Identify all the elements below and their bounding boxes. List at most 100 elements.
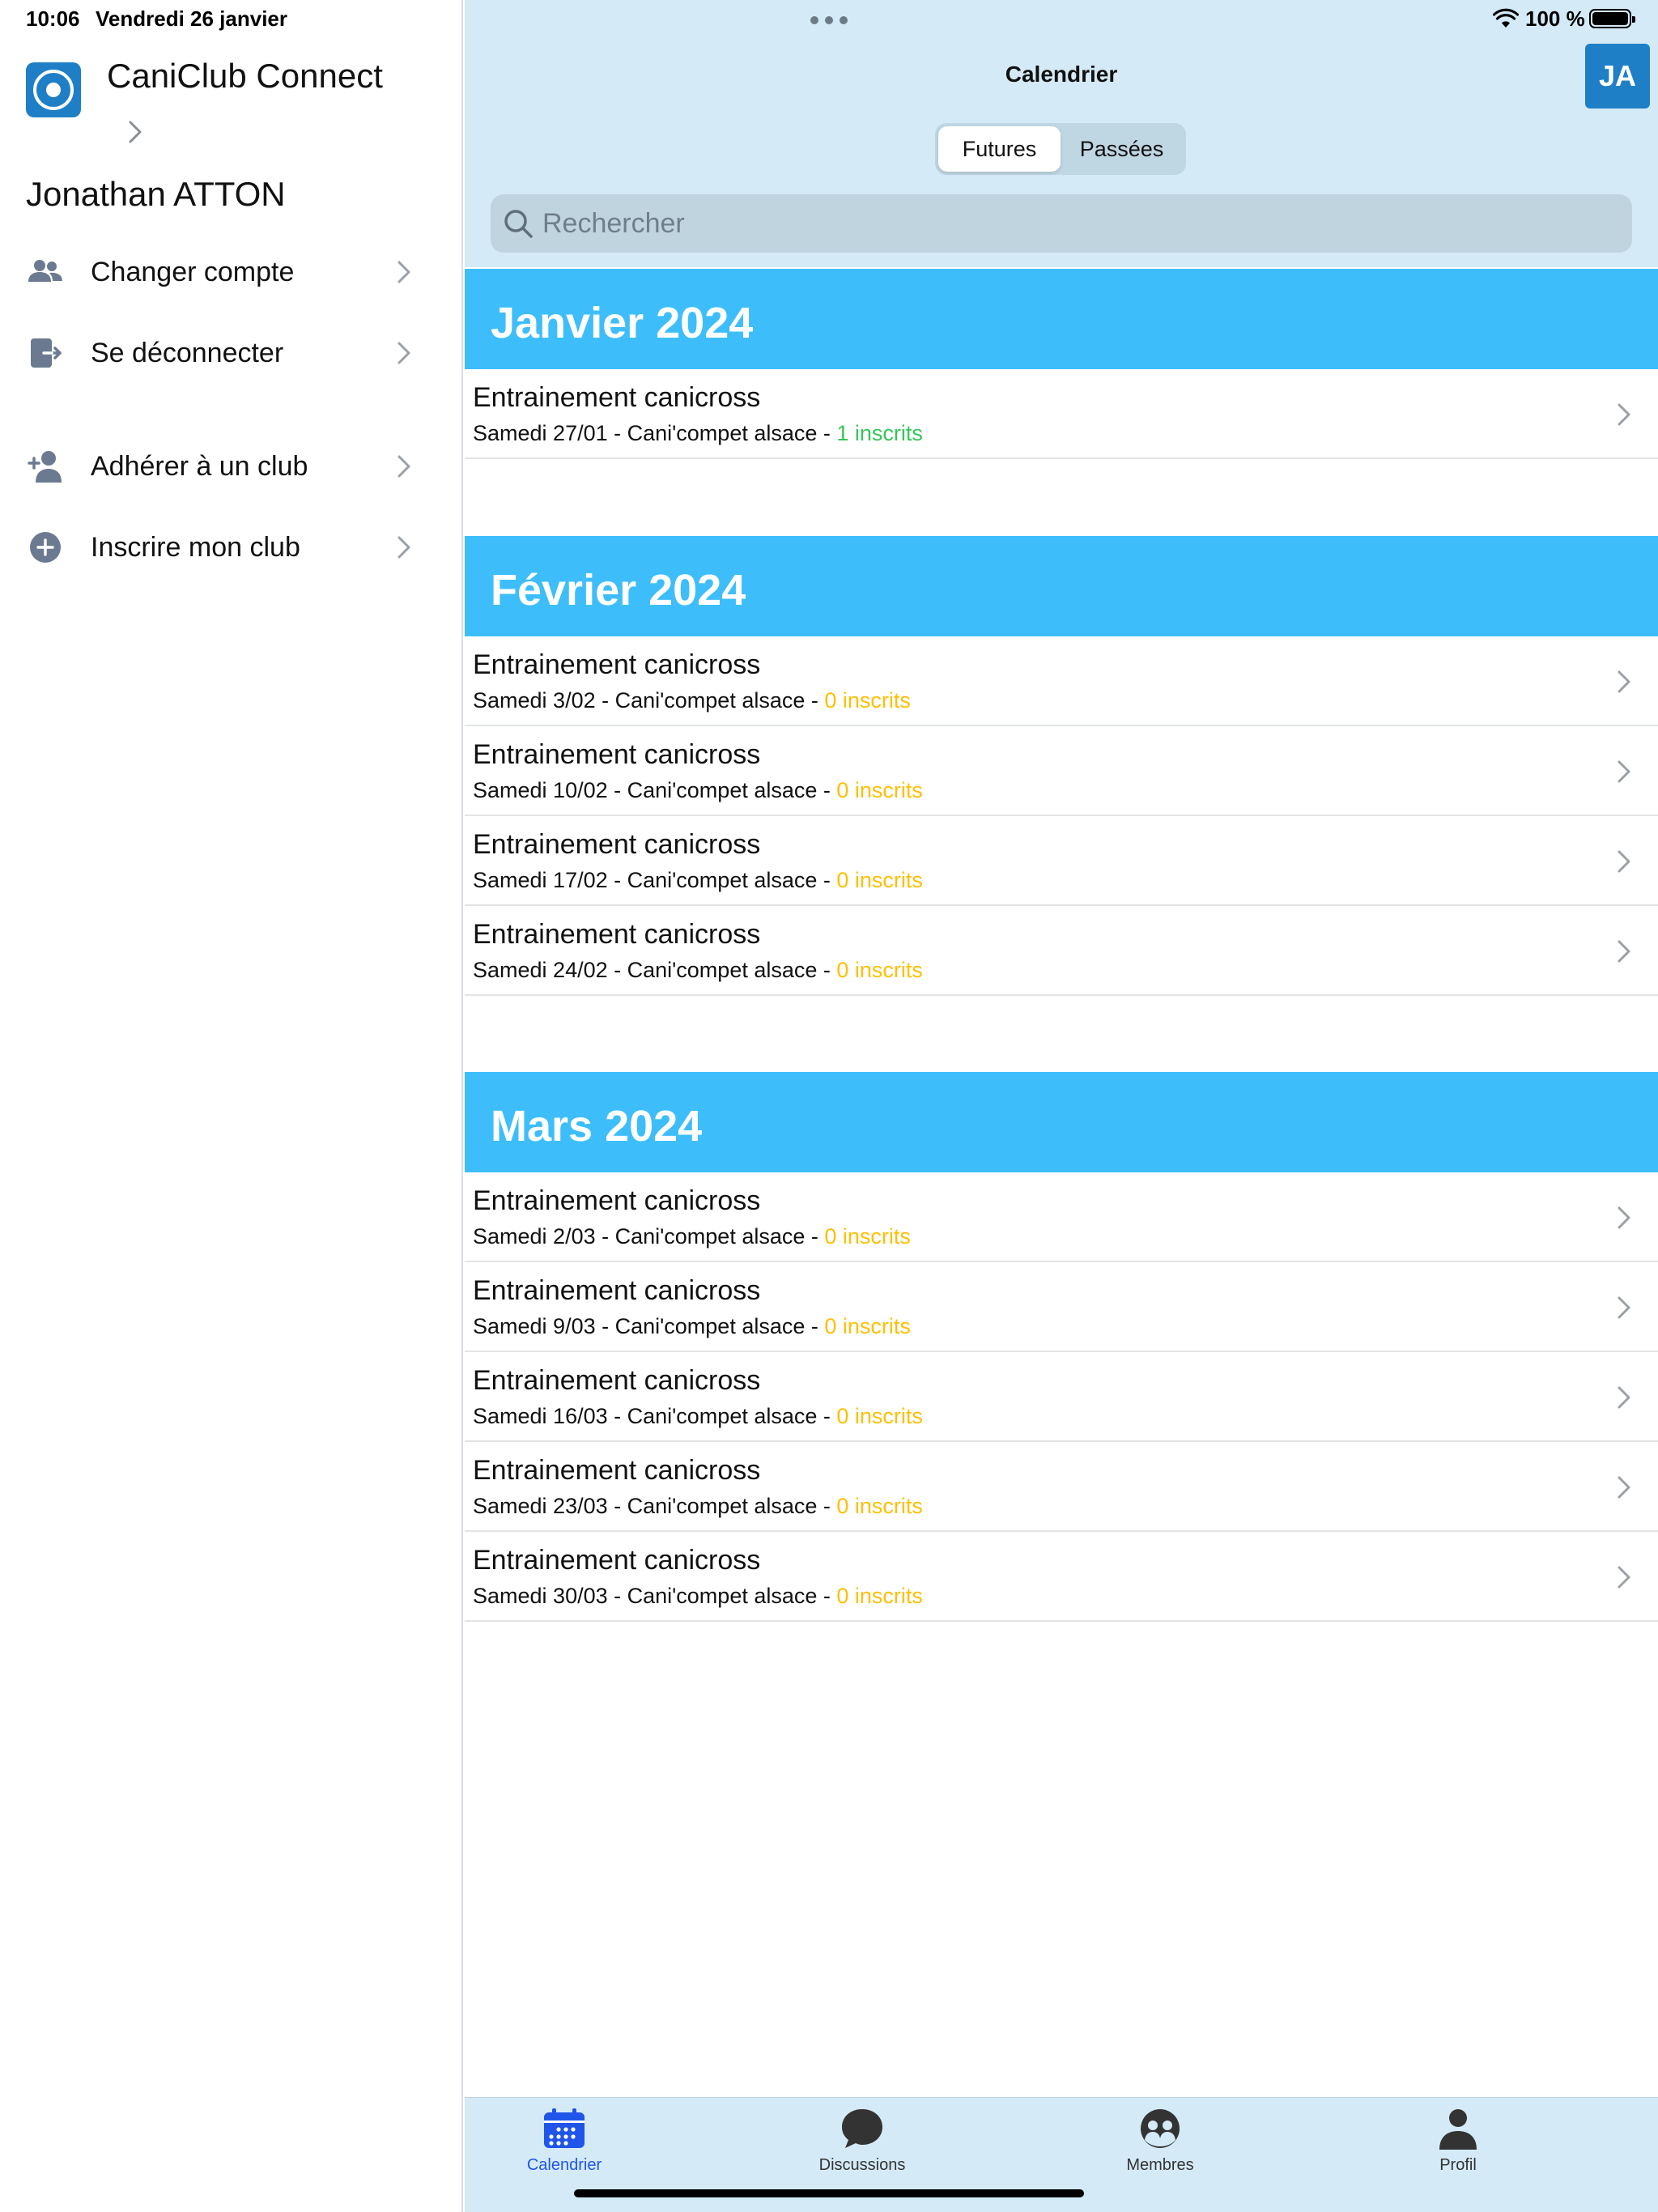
sidebar: CaniClub Connect Jonathan ATTON Changer … [0, 0, 463, 2212]
segment-futures[interactable]: Futures [938, 126, 1061, 172]
month-header: Février 2024 [465, 536, 1658, 636]
event-date-club: Samedi 17/02 - Cani'compet alsace - [473, 868, 837, 892]
event-date-club: Samedi 24/02 - Cani'compet alsace - [473, 958, 837, 982]
status-time: 10:06 [26, 6, 80, 31]
event-row[interactable]: Entrainement canicross Samedi 23/03 - Ca… [465, 1442, 1658, 1532]
segment-passees[interactable]: Passées [1061, 126, 1183, 172]
event-details: Samedi 9/03 - Cani'compet alsace - 0 ins… [473, 1314, 911, 1339]
plus-circle-icon [30, 532, 61, 563]
members-icon [1141, 2109, 1180, 2148]
chevron-right-icon [1618, 1296, 1630, 1319]
segmented-control: Futures Passées [935, 123, 1186, 175]
event-row[interactable]: Entrainement canicross Samedi 17/02 - Ca… [465, 816, 1658, 906]
person-icon [1439, 2109, 1477, 2150]
event-row[interactable]: Entrainement canicross Samedi 16/03 - Ca… [465, 1352, 1658, 1442]
event-title: Entrainement canicross [473, 1275, 761, 1306]
tab-profil[interactable]: Profil [1361, 2098, 1555, 2187]
event-registration-count: 0 inscrits [824, 1224, 911, 1249]
event-registration-count: 0 inscrits [824, 1314, 911, 1338]
sidebar-item-inscrire-club[interactable]: Inscrire mon club [0, 515, 463, 580]
event-registration-count: 0 inscrits [836, 1494, 923, 1518]
add-person-icon [28, 451, 62, 483]
event-title: Entrainement canicross [473, 1455, 761, 1486]
tab-label: Calendrier [526, 2156, 602, 2174]
month-title: Janvier 2024 [491, 299, 754, 347]
battery-percentage: 100 % [1525, 6, 1585, 31]
event-title: Entrainement canicross [473, 649, 761, 680]
chevron-right-icon [397, 455, 410, 478]
event-registration-count: 0 inscrits [836, 1584, 923, 1608]
tab-membres[interactable]: Membres [1063, 2098, 1257, 2187]
event-row[interactable]: Entrainement canicross Samedi 3/02 - Can… [465, 636, 1658, 726]
chevron-right-icon [1618, 1206, 1630, 1229]
search-bar [491, 194, 1632, 253]
event-details: Samedi 27/01 - Cani'compet alsace - 1 in… [473, 421, 923, 446]
event-title: Entrainement canicross [473, 919, 761, 950]
multitasking-dots-icon[interactable] [810, 16, 848, 24]
event-details: Samedi 2/03 - Cani'compet alsace - 0 ins… [473, 1224, 911, 1249]
chevron-right-icon [1618, 670, 1630, 693]
page-title: Calendrier [1005, 62, 1118, 87]
tab-calendrier[interactable]: Calendrier [467, 2098, 661, 2187]
event-title: Entrainement canicross [473, 829, 761, 860]
sidebar-item-se-deconnecter[interactable]: Se déconnecter [0, 321, 463, 385]
chevron-right-icon [397, 536, 410, 559]
event-row[interactable]: Entrainement canicross Samedi 24/02 - Ca… [465, 906, 1658, 996]
user-name: Jonathan ATTON [26, 175, 286, 213]
event-date-club: Samedi 10/02 - Cani'compet alsace - [473, 778, 837, 802]
sidebar-item-label: Adhérer à un club [91, 450, 308, 482]
event-row[interactable]: Entrainement canicross Samedi 27/01 - Ca… [465, 369, 1658, 459]
sidebar-item-label: Se déconnecter [91, 337, 284, 368]
event-registration-count: 1 inscrits [836, 421, 923, 445]
event-date-club: Samedi 3/02 - Cani'compet alsace - [473, 688, 825, 713]
chevron-right-icon [1618, 940, 1630, 963]
event-registration-count: 0 inscrits [836, 1404, 923, 1428]
month-header: Mars 2024 [465, 1072, 1658, 1172]
app-logo [26, 62, 81, 117]
event-title: Entrainement canicross [473, 1185, 761, 1216]
tab-discussions[interactable]: Discussions [765, 2098, 959, 2187]
event-details: Samedi 30/03 - Cani'compet alsace - 0 in… [473, 1584, 923, 1609]
sidebar-item-label: Inscrire mon club [91, 531, 300, 563]
event-title: Entrainement canicross [473, 1365, 761, 1396]
wifi-icon [1493, 8, 1519, 28]
event-date-club: Samedi 27/01 - Cani'compet alsace - [473, 421, 837, 445]
event-details: Samedi 3/02 - Cani'compet alsace - 0 ins… [473, 688, 911, 713]
event-row[interactable]: Entrainement canicross Samedi 10/02 - Ca… [465, 726, 1658, 816]
event-date-club: Samedi 9/03 - Cani'compet alsace - [473, 1314, 825, 1338]
home-indicator[interactable] [574, 2189, 1084, 2197]
avatar[interactable]: JA [1585, 44, 1650, 108]
sidebar-item-adherer-club[interactable]: Adhérer à un club [0, 434, 463, 499]
logout-icon [31, 338, 62, 368]
event-details: Samedi 17/02 - Cani'compet alsace - 0 in… [473, 868, 923, 893]
event-date-club: Samedi 23/03 - Cani'compet alsace - [473, 1494, 837, 1518]
month-title: Mars 2024 [491, 1102, 703, 1151]
event-row[interactable]: Entrainement canicross Samedi 9/03 - Can… [465, 1262, 1658, 1352]
app-name: CaniClub Connect [107, 57, 383, 95]
chevron-right-icon [1618, 850, 1630, 873]
status-bar: 10:06 Vendredi 26 janvier 100 % [0, 0, 1658, 39]
event-details: Samedi 16/03 - Cani'compet alsace - 0 in… [473, 1404, 923, 1429]
tab-label: Profil [1439, 2156, 1477, 2174]
month-header: Janvier 2024 [465, 269, 1658, 369]
event-row[interactable]: Entrainement canicross Samedi 2/03 - Can… [465, 1172, 1658, 1262]
event-date-club: Samedi 30/03 - Cani'compet alsace - [473, 1584, 837, 1608]
chevron-right-icon [1618, 1476, 1630, 1499]
event-title: Entrainement canicross [473, 1545, 761, 1576]
calendar-icon [544, 2108, 585, 2148]
chevron-right-icon [1618, 1566, 1630, 1589]
event-row[interactable]: Entrainement canicross Samedi 30/03 - Ca… [465, 1532, 1658, 1622]
sidebar-item-label: Changer compte [91, 256, 295, 287]
sidebar-item-changer-compte[interactable]: Changer compte [0, 240, 463, 304]
tab-bar: Calendrier Discussions Membres Profil [465, 2097, 1658, 2212]
chevron-right-icon [1618, 760, 1630, 783]
event-details: Samedi 10/02 - Cani'compet alsace - 0 in… [473, 778, 923, 803]
chat-bubble-icon [842, 2109, 882, 2148]
chevron-right-icon [397, 342, 410, 364]
chevron-right-icon [1618, 403, 1630, 426]
event-registration-count: 0 inscrits [824, 688, 911, 713]
chevron-right-icon [1618, 1386, 1630, 1409]
event-registration-count: 0 inscrits [836, 958, 923, 982]
search-input[interactable] [542, 194, 1611, 253]
chevron-right-icon[interactable] [125, 120, 145, 144]
